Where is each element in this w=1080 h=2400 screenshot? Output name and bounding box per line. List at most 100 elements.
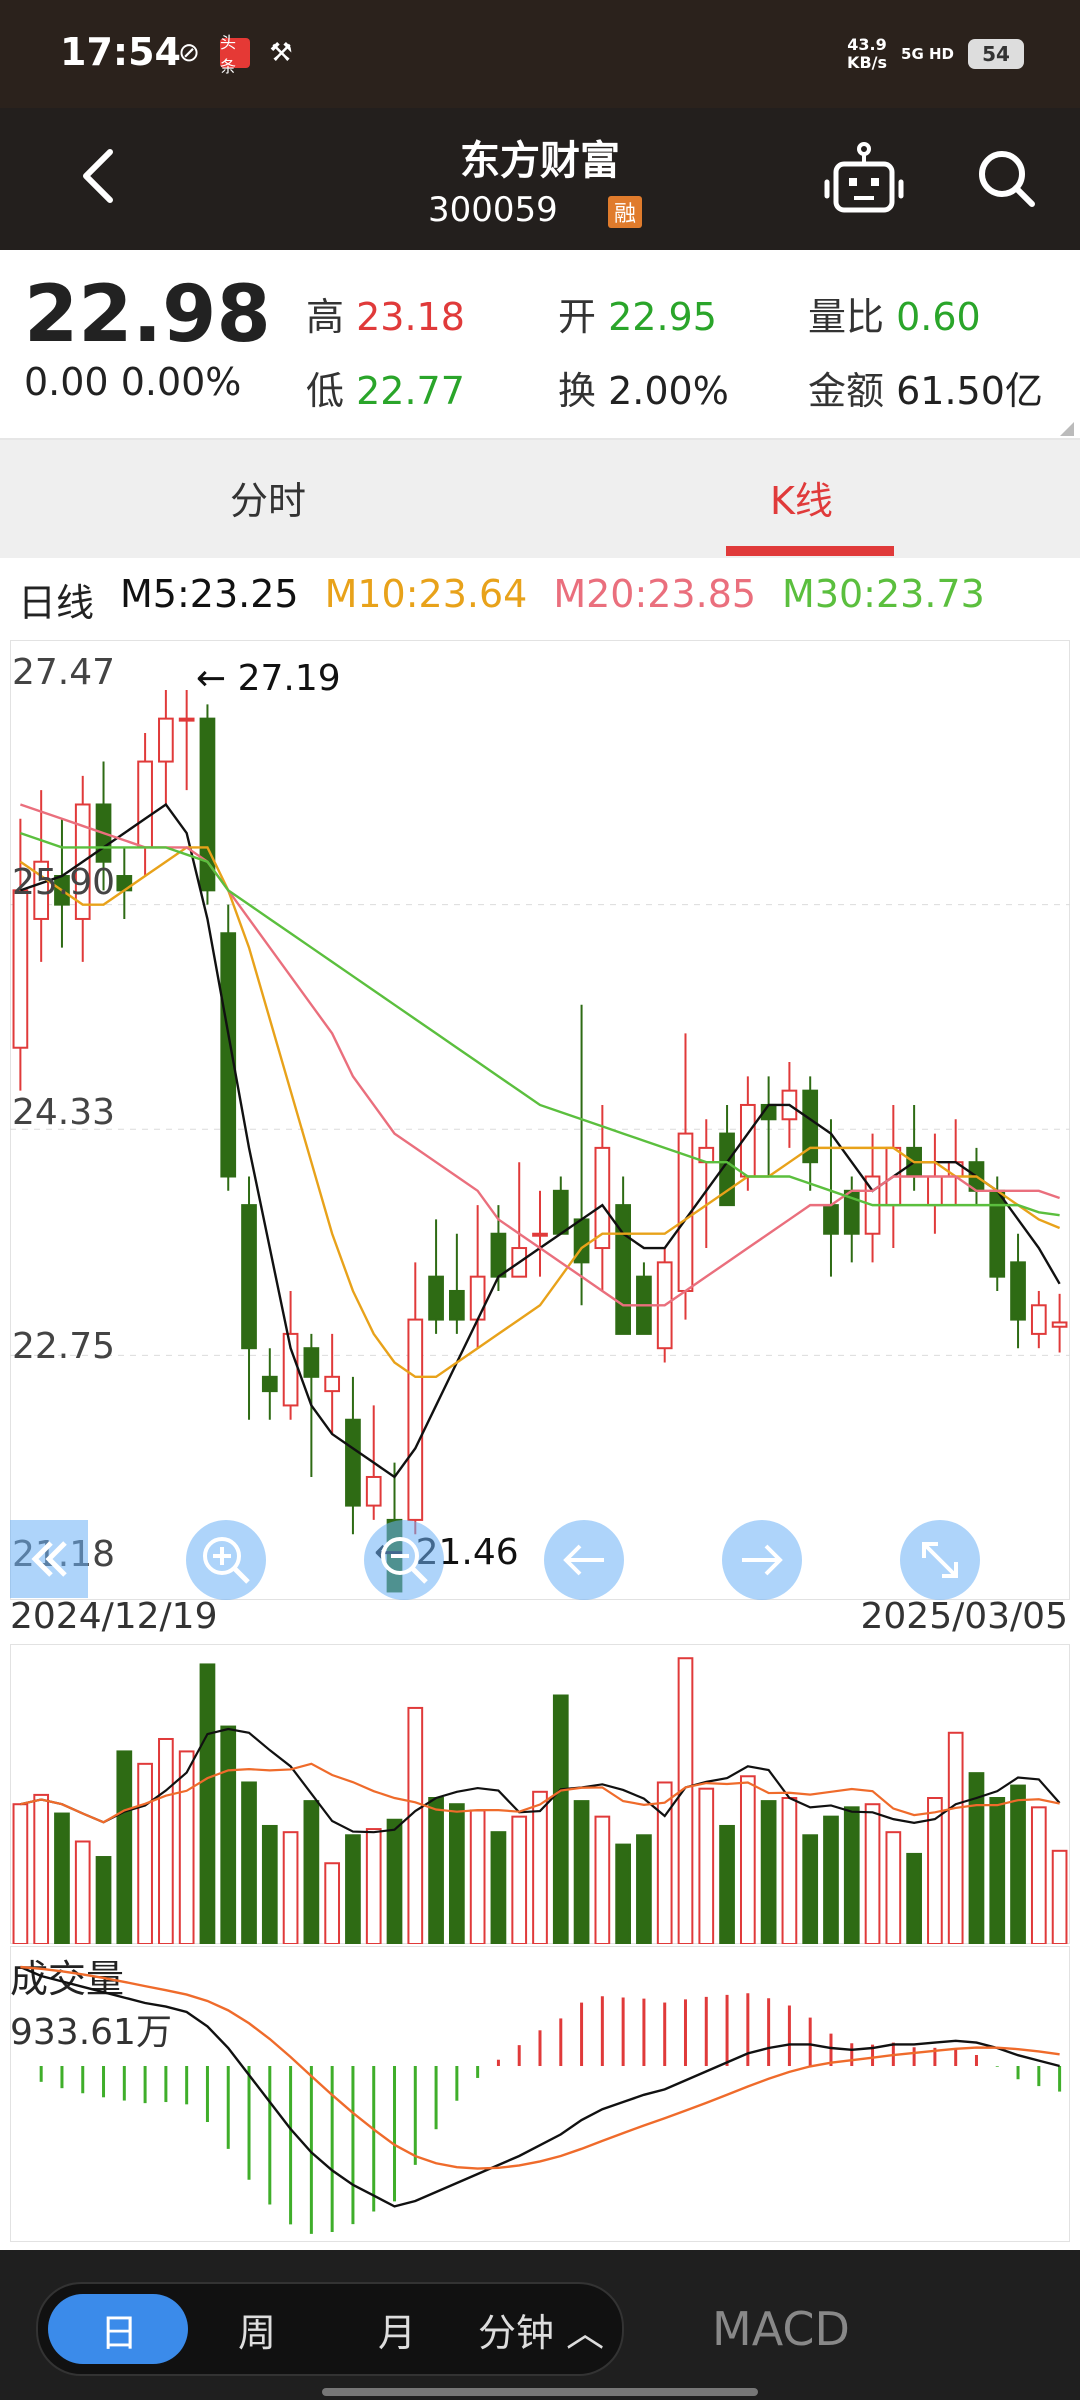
volume-bar bbox=[95, 1856, 112, 1946]
candle-body bbox=[407, 1318, 424, 1521]
volume-bar bbox=[760, 1800, 777, 1945]
candle-body bbox=[1051, 1321, 1068, 1328]
candle-body bbox=[158, 717, 174, 763]
candle-body bbox=[532, 1232, 548, 1237]
stock-name: 东方财富 bbox=[460, 138, 620, 184]
open-value: 22.95 bbox=[608, 295, 717, 339]
volume-bar bbox=[511, 1815, 528, 1945]
candle-body bbox=[552, 1189, 569, 1235]
kline-frame bbox=[10, 640, 1070, 1600]
zoom-in-icon bbox=[203, 1537, 250, 1584]
candle-body bbox=[303, 1347, 320, 1378]
double-chevron-left-icon bbox=[31, 1541, 67, 1577]
volume-bar bbox=[199, 1663, 216, 1946]
volume-bar bbox=[843, 1806, 860, 1945]
volume-chart[interactable]: 成交量 933.61万 bbox=[10, 1644, 1070, 2053]
date-axis: 2024/12/19 2025/03/05 bbox=[0, 1594, 1080, 1644]
volume-bar bbox=[158, 1737, 174, 1945]
macd-chart[interactable]: MACD(12,26,9) 0.66 bbox=[10, 1946, 1070, 2328]
last-price: 22.98 bbox=[24, 270, 271, 360]
low-value: 22.77 bbox=[356, 369, 465, 413]
move-left-button[interactable] bbox=[544, 1520, 624, 1600]
candle-body bbox=[345, 1418, 361, 1507]
candle-body bbox=[823, 1204, 839, 1235]
arrow-right-icon bbox=[742, 1544, 783, 1576]
volume-bar bbox=[719, 1824, 735, 1945]
candle-body bbox=[365, 1475, 382, 1507]
period-month[interactable]: 月 bbox=[378, 2302, 416, 2357]
volume-bar bbox=[282, 1831, 299, 1946]
candle-body bbox=[615, 1204, 631, 1335]
volume-bar bbox=[407, 1706, 424, 1945]
volume-bar bbox=[386, 1818, 403, 1945]
news-icon: 头条 bbox=[220, 33, 250, 76]
tab-kline[interactable]: K线 bbox=[770, 470, 833, 525]
ma-line-m30 bbox=[20, 831, 1060, 1217]
candle-body bbox=[428, 1275, 444, 1321]
fullscreen-button[interactable] bbox=[900, 1520, 980, 1600]
open-label: 开 bbox=[558, 295, 597, 339]
candle-body bbox=[469, 1275, 486, 1321]
ma-line-m10 bbox=[19, 846, 1061, 1379]
nav-bar: 东方财富 300059 融 bbox=[0, 108, 1080, 250]
volume-bar bbox=[615, 1843, 631, 1945]
candle-body bbox=[1010, 1261, 1026, 1321]
candle-body bbox=[137, 760, 153, 849]
period-minute[interactable]: 分钟 ︿ bbox=[478, 2302, 604, 2357]
volume-bar bbox=[989, 1797, 1006, 1945]
robot-icon[interactable] bbox=[824, 142, 904, 218]
zoom-out-icon bbox=[381, 1537, 428, 1584]
volume-bar bbox=[1010, 1784, 1026, 1945]
candle-body bbox=[241, 1204, 257, 1350]
amount-label: 金额 bbox=[808, 369, 885, 413]
network-speed: 43.9 KB/s bbox=[847, 36, 887, 72]
zoom-out-button[interactable] bbox=[364, 1520, 444, 1600]
volume-bar bbox=[116, 1750, 133, 1945]
volume-svg[interactable] bbox=[10, 1644, 1070, 1946]
app-icon: ⊘ bbox=[178, 38, 200, 68]
volume-bar bbox=[739, 1775, 756, 1945]
status-time: 17:54 bbox=[60, 30, 181, 74]
m10-value: M10:23.64 bbox=[324, 572, 528, 616]
period-week[interactable]: 周 bbox=[238, 2302, 276, 2357]
move-right-button[interactable] bbox=[722, 1520, 802, 1600]
candle-body bbox=[449, 1289, 465, 1321]
volume-bar bbox=[241, 1781, 257, 1945]
amount-value: 61.50亿 bbox=[896, 369, 1043, 413]
m20-value: M20:23.85 bbox=[553, 572, 757, 616]
expand-corner-icon bbox=[1060, 422, 1074, 436]
volume-bar bbox=[365, 1828, 382, 1945]
candle-body bbox=[261, 1375, 278, 1393]
ratio-label: 量比 bbox=[808, 295, 885, 339]
ma-line-m5 bbox=[20, 802, 1061, 1479]
search-icon[interactable] bbox=[974, 146, 1038, 210]
volume-ratio-field: 量比 0.60 bbox=[808, 286, 981, 341]
scroll-left-button[interactable] bbox=[10, 1520, 88, 1598]
macd-svg[interactable] bbox=[10, 1946, 1070, 2242]
volume-bar bbox=[698, 1787, 715, 1945]
indicator-selector[interactable]: MACD bbox=[712, 2302, 850, 2356]
signal-icon: 5G HD bbox=[901, 44, 954, 63]
candle-body bbox=[927, 1175, 943, 1207]
volume-bar bbox=[12, 1803, 29, 1945]
tools-icon: ⚒ bbox=[269, 38, 293, 68]
m30-value: M30:23.73 bbox=[782, 572, 985, 616]
volume-bar bbox=[573, 1800, 590, 1945]
volume-bar bbox=[469, 1809, 486, 1945]
volume-bar bbox=[490, 1831, 507, 1946]
tab-timeshare[interactable]: 分时 bbox=[230, 470, 306, 525]
open-field: 开 22.95 bbox=[558, 286, 717, 341]
volume-bar bbox=[823, 1815, 839, 1945]
zoom-in-button[interactable] bbox=[186, 1520, 266, 1600]
date-end: 2025/03/05 bbox=[860, 1596, 1069, 1637]
volume-bar bbox=[137, 1762, 153, 1945]
kline-svg[interactable] bbox=[10, 640, 1070, 1600]
period-day[interactable]: 日 bbox=[100, 2302, 138, 2357]
volume-bar bbox=[261, 1824, 278, 1945]
turnover-label: 换 bbox=[558, 369, 597, 413]
margin-badge: 融 bbox=[608, 196, 642, 228]
ma-legend: 日线 M5:23.25 M10:23.64 M20:23.85 M30:23.7… bbox=[18, 572, 985, 627]
candle-body bbox=[490, 1232, 507, 1278]
kline-chart[interactable]: 27.47 25.90 24.33 22.75 21.18 ← 27.19 ← … bbox=[10, 640, 1070, 1600]
battery-icon: 54 bbox=[968, 39, 1024, 69]
